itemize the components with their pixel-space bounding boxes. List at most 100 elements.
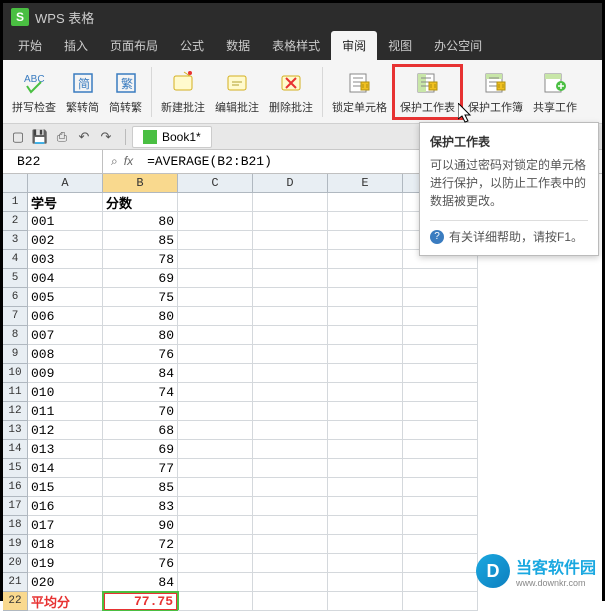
cell[interactable]	[253, 326, 328, 345]
cell[interactable]: 72	[103, 535, 178, 554]
row-header[interactable]: 12	[3, 402, 28, 421]
cell[interactable]	[403, 497, 478, 516]
cell[interactable]	[178, 383, 253, 402]
cell[interactable]	[403, 440, 478, 459]
cell[interactable]	[403, 307, 478, 326]
cell[interactable]	[403, 383, 478, 402]
cell[interactable]	[328, 212, 403, 231]
menu-数据[interactable]: 数据	[215, 31, 261, 60]
cell[interactable]: 85	[103, 478, 178, 497]
cell[interactable]	[403, 364, 478, 383]
cell[interactable]: 84	[103, 573, 178, 592]
menu-页面布局[interactable]: 页面布局	[99, 31, 169, 60]
cell[interactable]	[253, 554, 328, 573]
cell[interactable]	[253, 307, 328, 326]
cell[interactable]	[403, 459, 478, 478]
row-header[interactable]: 19	[3, 535, 28, 554]
cell[interactable]	[178, 592, 253, 611]
ribbon-保护工作簿[interactable]: 保护工作簿	[463, 67, 528, 117]
cell[interactable]: 85	[103, 231, 178, 250]
cell[interactable]	[328, 421, 403, 440]
cell[interactable]: 004	[28, 269, 103, 288]
save-icon[interactable]: 💾	[31, 128, 49, 146]
ribbon-编辑批注[interactable]: 编辑批注	[210, 67, 264, 117]
cell[interactable]	[178, 440, 253, 459]
cell[interactable]	[328, 592, 403, 611]
cell[interactable]: 84	[103, 364, 178, 383]
cell[interactable]: 010	[28, 383, 103, 402]
col-header-A[interactable]: A	[28, 174, 103, 193]
cell[interactable]: 76	[103, 345, 178, 364]
row-header[interactable]: 2	[3, 212, 28, 231]
cell[interactable]	[328, 288, 403, 307]
cell[interactable]: 74	[103, 383, 178, 402]
cell[interactable]	[328, 440, 403, 459]
cell[interactable]	[178, 193, 253, 212]
cell[interactable]: 006	[28, 307, 103, 326]
row-header[interactable]: 14	[3, 440, 28, 459]
cell[interactable]	[178, 288, 253, 307]
cell[interactable]: 90	[103, 516, 178, 535]
cell[interactable]: 019	[28, 554, 103, 573]
row-header[interactable]: 11	[3, 383, 28, 402]
cell[interactable]	[328, 554, 403, 573]
ribbon-共享工作[interactable]: 共享工作	[528, 67, 582, 117]
cell[interactable]: 008	[28, 345, 103, 364]
cell[interactable]	[253, 516, 328, 535]
cell[interactable]: 009	[28, 364, 103, 383]
cell[interactable]: 017	[28, 516, 103, 535]
cell[interactable]: 平均分	[28, 592, 103, 611]
cell[interactable]	[403, 573, 478, 592]
cell[interactable]	[328, 231, 403, 250]
cell[interactable]: 007	[28, 326, 103, 345]
cell[interactable]	[253, 288, 328, 307]
cell[interactable]	[403, 345, 478, 364]
cell[interactable]	[253, 421, 328, 440]
cell[interactable]	[253, 459, 328, 478]
cell[interactable]: 77	[103, 459, 178, 478]
formula-dropdown-icon[interactable]: ⌕	[111, 154, 118, 169]
cell[interactable]	[178, 307, 253, 326]
cell[interactable]: 016	[28, 497, 103, 516]
select-all-corner[interactable]	[3, 174, 28, 193]
menu-插入[interactable]: 插入	[53, 31, 99, 60]
cell[interactable]: 012	[28, 421, 103, 440]
row-header[interactable]: 15	[3, 459, 28, 478]
cell[interactable]	[403, 326, 478, 345]
cell[interactable]	[328, 250, 403, 269]
cell[interactable]	[178, 269, 253, 288]
cell[interactable]	[178, 326, 253, 345]
cell[interactable]	[253, 193, 328, 212]
cell[interactable]	[253, 269, 328, 288]
cell[interactable]	[403, 516, 478, 535]
cell[interactable]: 002	[28, 231, 103, 250]
row-header[interactable]: 3	[3, 231, 28, 250]
row-header[interactable]: 9	[3, 345, 28, 364]
cell[interactable]	[328, 402, 403, 421]
menu-办公空间[interactable]: 办公空间	[423, 31, 493, 60]
cell[interactable]: 78	[103, 250, 178, 269]
cell[interactable]	[403, 288, 478, 307]
cell[interactable]	[328, 497, 403, 516]
cell[interactable]: 80	[103, 212, 178, 231]
cell[interactable]: 003	[28, 250, 103, 269]
row-header[interactable]: 10	[3, 364, 28, 383]
cell[interactable]	[178, 231, 253, 250]
cell[interactable]	[253, 345, 328, 364]
menu-表格样式[interactable]: 表格样式	[261, 31, 331, 60]
cell[interactable]: 018	[28, 535, 103, 554]
cell[interactable]	[253, 364, 328, 383]
menu-公式[interactable]: 公式	[169, 31, 215, 60]
cell[interactable]	[178, 459, 253, 478]
cell[interactable]	[253, 402, 328, 421]
redo-icon[interactable]: ↷	[97, 128, 115, 146]
menu-开始[interactable]: 开始	[7, 31, 53, 60]
cell[interactable]	[253, 573, 328, 592]
ribbon-拼写检查[interactable]: ABC拼写检查	[7, 67, 61, 117]
ribbon-新建批注[interactable]: 新建批注	[156, 67, 210, 117]
cell[interactable]: 75	[103, 288, 178, 307]
cell[interactable]: 005	[28, 288, 103, 307]
cell[interactable]	[253, 592, 328, 611]
cell[interactable]	[253, 478, 328, 497]
cell[interactable]	[403, 554, 478, 573]
